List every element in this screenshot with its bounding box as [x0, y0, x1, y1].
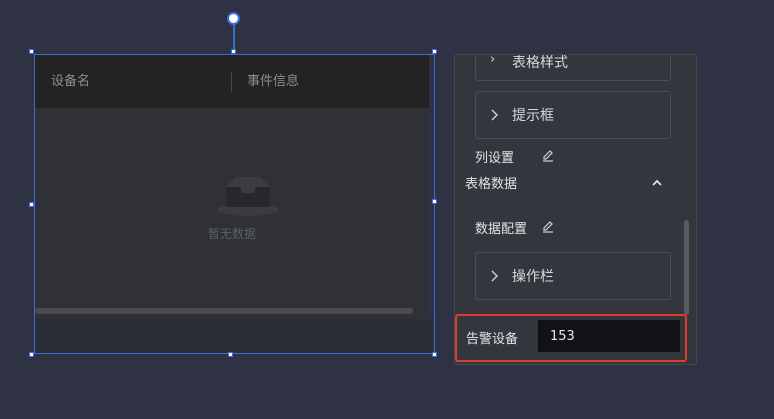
- empty-inbox-icon: [217, 177, 279, 216]
- tooltip-card[interactable]: 提示框: [475, 91, 671, 139]
- horizontal-scrollbar[interactable]: [35, 308, 413, 314]
- resize-handle-top-left[interactable]: [29, 49, 34, 54]
- empty-text: 暂无数据: [207, 227, 256, 241]
- table-style-label: 表格样式: [512, 55, 568, 71]
- table-footer-area: [35, 319, 433, 353]
- resize-handle-right[interactable]: [432, 199, 437, 204]
- chevron-up-icon[interactable]: [651, 177, 663, 189]
- column-settings-label: 列设置: [475, 151, 515, 166]
- alarm-device-field: 告警设备: [455, 314, 687, 362]
- table-header: 设备名 事件信息: [35, 55, 429, 108]
- vertical-scrollbar[interactable]: [684, 220, 689, 315]
- column-header-event[interactable]: 事件信息: [247, 55, 299, 108]
- table-data-label: 表格数据: [465, 177, 518, 192]
- resize-handle-top-right[interactable]: [432, 49, 437, 54]
- action-column-card[interactable]: 操作栏: [475, 252, 671, 300]
- rotate-handle[interactable]: [227, 12, 240, 25]
- resize-handle-top[interactable]: [231, 49, 236, 54]
- chevron-right-icon: [491, 270, 498, 282]
- chevron-right-icon: ›: [490, 54, 496, 67]
- edit-icon[interactable]: [541, 219, 555, 233]
- table: 设备名 事件信息 暂无数据: [35, 55, 429, 319]
- column-divider: [231, 72, 232, 92]
- table-widget[interactable]: 设备名 事件信息 暂无数据: [34, 54, 435, 354]
- tooltip-label: 提示框: [512, 108, 554, 124]
- action-column-label: 操作栏: [512, 269, 554, 285]
- resize-handle-bottom-left[interactable]: [29, 352, 34, 357]
- chevron-right-icon: [491, 109, 498, 121]
- rotate-line: [233, 24, 235, 50]
- property-panel: › 表格样式 提示框 列设置 表格数据 数据配置 操作栏 告警设备 153: [454, 54, 697, 365]
- column-header-device[interactable]: 设备名: [51, 55, 90, 108]
- alarm-device-input[interactable]: [538, 320, 680, 352]
- resize-handle-left[interactable]: [29, 202, 34, 207]
- alarm-device-label: 告警设备: [466, 332, 519, 347]
- data-config-label: 数据配置: [475, 222, 528, 237]
- resize-handle-bottom-right[interactable]: [432, 352, 437, 357]
- edit-icon[interactable]: [541, 148, 555, 162]
- table-style-card[interactable]: › 表格样式: [475, 54, 671, 81]
- editor-canvas: 设备名 事件信息 暂无数据 › 表格样式 提示框 列设置 表格数据 数据配置 操…: [0, 0, 774, 419]
- resize-handle-bottom[interactable]: [228, 352, 233, 357]
